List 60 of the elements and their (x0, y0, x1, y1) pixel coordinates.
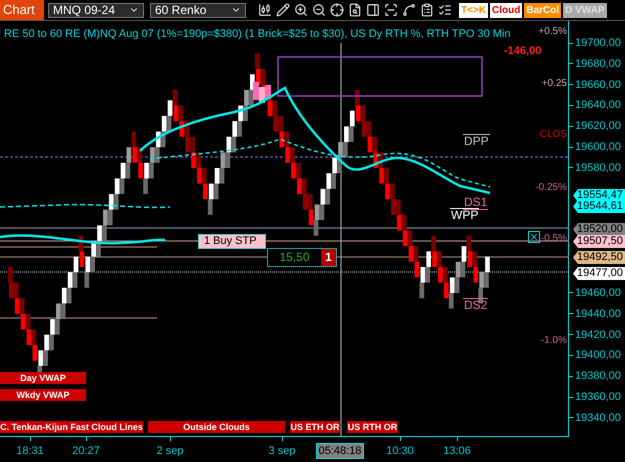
level-label: DPP (463, 134, 490, 148)
change-label: -146,00 (504, 44, 542, 59)
order-tag[interactable]: 1 Buy STP (198, 234, 266, 249)
percent-label: +0.25 (542, 77, 567, 91)
percent-label: +0.5% (538, 25, 567, 39)
price-tick-label: 19440,00 (575, 306, 621, 321)
document-search-icon[interactable] (348, 3, 362, 17)
level-label: DS1 (463, 196, 488, 210)
panel-icon[interactable] (366, 3, 380, 17)
bar-type-dropdown[interactable]: 60 Renko (150, 2, 246, 18)
time-tick-label: 3 sep (268, 445, 296, 458)
price-tick-label: 19400,00 (575, 348, 621, 362)
percent-label: -0.25% (535, 181, 567, 195)
zoom-out-icon[interactable] (312, 3, 326, 17)
price-tick-label: 19360,00 (575, 390, 621, 404)
price-tag: 19477,00 (573, 267, 625, 280)
time-tick-label: 18:31 (16, 445, 44, 458)
time-tick-label: 20:27 (72, 445, 100, 458)
price-tick-label: 19420,00 (575, 328, 621, 342)
time-tick-label: 13:06 (443, 445, 471, 458)
price-tick-label: 19660,00 (575, 78, 621, 92)
candlestick-icon[interactable] (258, 3, 272, 17)
price-tick-label: 19340,00 (575, 410, 621, 425)
indicator-label: Day VWAP (0, 372, 86, 384)
price-tick-label: 19700,00 (575, 36, 621, 50)
session-label: Outside Clouds (148, 421, 285, 433)
session-label: US RTH OR (347, 421, 398, 433)
scan-icon[interactable] (384, 3, 398, 17)
instrument-dropdown[interactable]: MNQ 09-24 (48, 2, 144, 18)
price-tag: 19544,61 (573, 200, 625, 213)
level-label: DS2 (463, 298, 488, 312)
price-tick-label: 19680,00 (575, 56, 621, 71)
session-label: C. Tenkan-Kijun Fast Cloud Lines (0, 421, 143, 433)
price-tick-label: 19620,00 (575, 119, 621, 134)
price-tag: 19520,00 (573, 223, 625, 236)
level-label: WPP (450, 208, 480, 222)
toggle-button[interactable]: Cloud (490, 2, 522, 18)
price-tag: 19507,50 (573, 235, 625, 248)
price-tag: 19492,50 (573, 251, 625, 264)
percent-label: -1.0% (540, 334, 567, 348)
crosshair-icon[interactable] (330, 3, 344, 17)
time-tick-label: 10:30 (386, 445, 414, 458)
close-icon[interactable] (528, 231, 540, 243)
indicator-label: Wkdy VWAP (0, 389, 86, 401)
zoom-in-icon[interactable] (294, 3, 308, 17)
price-tick-label: 19460,00 (575, 286, 621, 300)
session-label: US ETH OR (290, 421, 340, 433)
list-icon[interactable] (438, 3, 452, 17)
chart-tab[interactable]: Chart (0, 0, 44, 20)
time-tick-label: 2 sep (156, 445, 184, 458)
spline-icon[interactable] (402, 3, 416, 17)
cursor-time-label: 05:48:18 (316, 443, 364, 459)
chart-title: RE 50 to 60 RE (M)NQ Aug 07 (1%=190p=$380) (1 Brick=$25 to $30), US Dy RTH %, RTH TPO 30 Min (4, 27, 511, 42)
price-tick-label: 19580,00 (575, 160, 621, 175)
price-tick-label: 19600,00 (575, 140, 621, 154)
percent-label: CLOS (540, 128, 567, 142)
price-tick-label: 19640,00 (575, 98, 621, 112)
pencil-icon[interactable] (276, 3, 290, 17)
price-tick-label: 19380,00 (575, 369, 621, 384)
clipboard-icon[interactable] (420, 3, 434, 17)
